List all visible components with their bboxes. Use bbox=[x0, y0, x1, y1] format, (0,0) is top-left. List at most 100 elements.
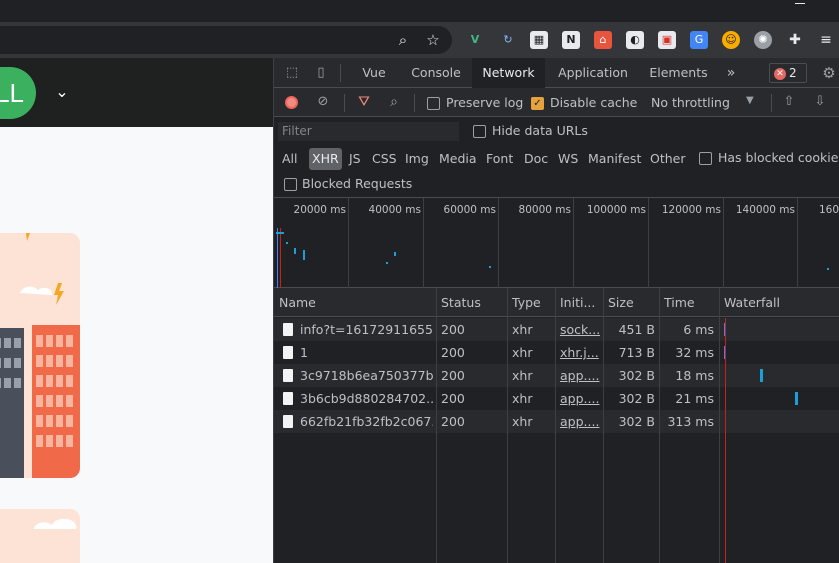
window-titlebar bbox=[0, 0, 839, 22]
filter-row: Filter Hide data URLs bbox=[274, 117, 839, 146]
request-type: xhr bbox=[512, 322, 533, 337]
type-font[interactable]: Font bbox=[484, 148, 515, 170]
zoom-icon[interactable]: ⌕ bbox=[394, 31, 412, 49]
minimize-icon[interactable] bbox=[795, 3, 805, 4]
tab-elements[interactable]: Elements bbox=[645, 58, 712, 88]
request-time: 32 ms bbox=[675, 345, 714, 360]
devtools-tabbar: ⬚ ▯ Vue Console Network Application Elem… bbox=[274, 58, 839, 88]
dragon-ext-icon[interactable]: ✺ bbox=[754, 31, 772, 49]
has-blocked-cookies-checkbox[interactable] bbox=[699, 152, 712, 165]
tab-vue[interactable]: Vue bbox=[353, 58, 395, 88]
overview-tick: 100000 ms bbox=[586, 204, 646, 216]
request-size: 713 B bbox=[618, 345, 655, 360]
record-button[interactable] bbox=[285, 96, 298, 109]
settings-gear-icon[interactable]: ⚙ bbox=[820, 64, 838, 82]
request-name: info?t=16172911655... bbox=[300, 322, 433, 337]
tab-application[interactable]: Application bbox=[553, 58, 633, 88]
column-header-type[interactable]: Type bbox=[507, 288, 555, 317]
refresh-ext-icon[interactable]: ↻ bbox=[499, 31, 517, 49]
load-event-line bbox=[725, 318, 726, 563]
request-time: 313 ms bbox=[667, 414, 714, 429]
request-initiator[interactable]: app.... bbox=[560, 364, 600, 387]
clear-icon[interactable]: ⊘ bbox=[314, 93, 332, 111]
table-row[interactable]: info?t=16172911655... 200 xhr sock... 45… bbox=[274, 318, 839, 341]
overview-tick: 140000 ms bbox=[735, 204, 795, 216]
network-overview[interactable]: 20000 ms 40000 ms 60000 ms 80000 ms 1000… bbox=[274, 198, 839, 288]
request-name: 662fb21fb32fb2c067... bbox=[300, 414, 433, 429]
request-initiator[interactable]: xhr.j... bbox=[560, 341, 600, 364]
filter-input[interactable]: Filter bbox=[278, 122, 459, 141]
request-size: 302 B bbox=[618, 414, 655, 429]
address-bar[interactable]: ⌕ ☆ bbox=[0, 26, 452, 54]
type-js[interactable]: JS bbox=[347, 148, 363, 170]
request-initiator[interactable]: app.... bbox=[560, 387, 600, 410]
column-header-size[interactable]: Size bbox=[603, 288, 659, 317]
request-initiator[interactable]: app.... bbox=[560, 410, 600, 433]
device-toolbar-icon[interactable]: ▯ bbox=[312, 64, 330, 82]
type-css[interactable]: CSS bbox=[370, 148, 399, 170]
notion-icon[interactable]: N bbox=[562, 31, 580, 49]
type-all[interactable]: All bbox=[280, 148, 300, 170]
home-ext-icon[interactable]: ⌂ bbox=[594, 31, 612, 49]
star-icon[interactable]: ☆ bbox=[424, 31, 442, 49]
file-icon bbox=[283, 415, 293, 428]
blocked-requests-checkbox[interactable] bbox=[284, 178, 297, 191]
request-initiator[interactable]: sock... bbox=[560, 318, 600, 341]
type-other[interactable]: Other bbox=[648, 148, 688, 170]
request-size: 451 B bbox=[618, 322, 655, 337]
type-media[interactable]: Media bbox=[437, 148, 479, 170]
table-row[interactable]: 3b6cb9d880284702... 200 xhr app.... 302 … bbox=[274, 387, 839, 410]
tab-network[interactable]: Network bbox=[472, 58, 545, 88]
request-size: 302 B bbox=[618, 391, 655, 406]
type-img[interactable]: Img bbox=[403, 148, 431, 170]
request-time: 18 ms bbox=[675, 368, 714, 383]
inspect-element-icon[interactable]: ⬚ bbox=[283, 64, 301, 82]
puzzle-icon[interactable]: ✚ bbox=[786, 31, 804, 49]
column-header-waterfall[interactable]: Waterfall bbox=[719, 288, 839, 317]
search-icon[interactable]: ⌕ bbox=[385, 93, 403, 111]
type-doc[interactable]: Doc bbox=[522, 148, 550, 170]
import-har-icon[interactable]: ⇧ bbox=[780, 93, 798, 111]
preserve-log-checkbox[interactable] bbox=[427, 97, 440, 110]
waterfall-bar bbox=[760, 369, 763, 382]
column-header-time[interactable]: Time bbox=[659, 288, 719, 317]
request-name: 1 bbox=[300, 345, 308, 360]
table-row[interactable]: 662fb21fb32fb2c067... 200 xhr app.... 30… bbox=[274, 410, 839, 433]
tab-console[interactable]: Console bbox=[405, 58, 467, 88]
table-row[interactable]: 3c9718b6ea750377b... 200 xhr app.... 302… bbox=[274, 364, 839, 387]
vue-devtools-icon[interactable]: V bbox=[466, 31, 484, 49]
gallery-ext-icon[interactable]: ▣ bbox=[658, 31, 676, 49]
throttling-dropdown-icon[interactable]: ▼ bbox=[746, 95, 754, 106]
throttling-select[interactable]: No throttling bbox=[651, 95, 730, 110]
type-ws[interactable]: WS bbox=[556, 148, 580, 170]
network-toolbar: ⊘ ⛛ ⌕ Preserve log ✓ Disable cache No th… bbox=[274, 88, 839, 117]
file-icon bbox=[283, 392, 293, 405]
type-manifest[interactable]: Manifest bbox=[586, 148, 643, 170]
hide-data-urls-checkbox[interactable] bbox=[473, 125, 486, 138]
overview-tick: 20000 ms bbox=[293, 204, 346, 216]
menu-ext-icon[interactable]: ≡ bbox=[817, 31, 835, 49]
table-row[interactable]: 1 200 xhr xhr.j... 713 B 32 ms bbox=[274, 341, 839, 364]
error-count-badge[interactable]: ✕ 2 bbox=[769, 63, 807, 83]
preserve-log-label: Preserve log bbox=[446, 95, 524, 110]
calculator-ext-icon[interactable]: ▦ bbox=[530, 31, 548, 49]
more-tabs-button[interactable]: » bbox=[721, 58, 741, 88]
filter-icon[interactable]: ⛛ bbox=[355, 93, 373, 111]
column-header-status[interactable]: Status bbox=[436, 288, 507, 317]
profile-ext-icon[interactable]: ◐ bbox=[626, 31, 644, 49]
avatar[interactable]: LL bbox=[0, 67, 36, 119]
export-har-icon[interactable]: ⇩ bbox=[811, 93, 829, 111]
request-type: xhr bbox=[512, 345, 533, 360]
chevron-down-icon[interactable]: ⌄ bbox=[52, 82, 72, 102]
error-icon: ✕ bbox=[774, 67, 786, 80]
overview-tick: 40000 ms bbox=[368, 204, 421, 216]
request-type: xhr bbox=[512, 414, 533, 429]
resource-type-filters: All XHR JS CSS Img Media Font Doc WS Man… bbox=[274, 146, 839, 172]
disable-cache-checkbox[interactable]: ✓ bbox=[531, 97, 544, 110]
type-xhr[interactable]: XHR bbox=[309, 148, 342, 170]
column-header-name[interactable]: Name bbox=[274, 288, 436, 317]
smiley-ext-icon[interactable]: ☺ bbox=[722, 31, 740, 49]
column-header-initiator[interactable]: Initi... bbox=[555, 288, 603, 317]
request-time: 21 ms bbox=[675, 391, 714, 406]
translate-icon[interactable]: G bbox=[690, 31, 708, 49]
